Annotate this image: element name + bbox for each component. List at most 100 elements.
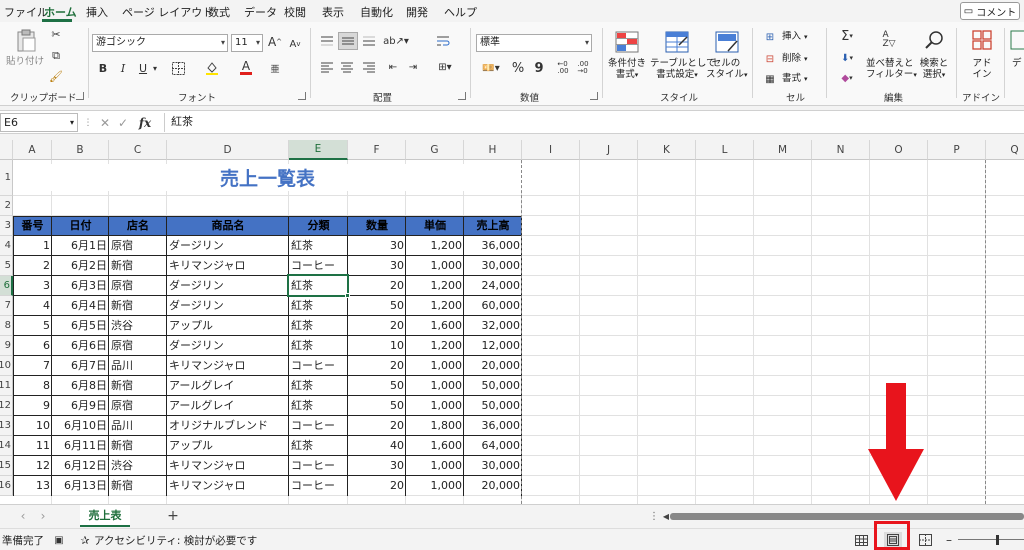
table-cell[interactable]: キリマンジャロ [167,356,289,376]
align-center-icon[interactable] [338,58,356,76]
table-cell[interactable]: 原宿 [109,236,167,256]
row-header-7[interactable]: 7 [0,296,13,316]
zoom-slider-track[interactable] [958,539,1024,540]
table-cell[interactable]: 1,600 [406,436,464,456]
autosum-icon[interactable]: Σ ▾ [834,28,860,44]
table-cell[interactable]: 6月6日 [52,336,109,356]
column-header-F[interactable]: F [348,140,406,160]
table-cell[interactable]: 2 [13,256,52,276]
normal-view-icon[interactable] [852,532,870,548]
table-cell[interactable]: 7 [13,356,52,376]
column-header-I[interactable]: I [522,140,580,160]
row-header-15[interactable]: 15 [0,456,13,476]
table-cell[interactable]: 12,000 [464,336,522,356]
table-cell[interactable]: ダージリン [167,236,289,256]
align-left-icon[interactable] [318,58,336,76]
align-bottom-icon[interactable] [360,32,378,50]
menu-tab-5[interactable]: データ [244,4,277,20]
table-header-cell[interactable]: 売上高 [464,216,522,236]
table-cell[interactable]: 新宿 [109,436,167,456]
table-cell[interactable]: 6月12日 [52,456,109,476]
table-cell[interactable]: 50,000 [464,376,522,396]
table-cell[interactable]: 紅茶 [289,296,348,316]
table-cell[interactable]: 原宿 [109,336,167,356]
zoom-out-icon[interactable]: – [944,532,954,548]
tab-split-handle-icon[interactable]: ⋮ [649,509,659,523]
column-header-P[interactable]: P [928,140,986,160]
table-header-cell[interactable]: 番号 [13,216,52,236]
text-orientation-icon[interactable]: ab↗▾ [383,32,409,50]
comment-button[interactable]: ▭ コメント [960,2,1020,20]
truncated-ribbon-icon[interactable] [1010,28,1024,52]
table-cell[interactable]: 50 [348,396,406,416]
align-right-icon[interactable] [360,58,378,76]
table-cell[interactable]: 20 [348,356,406,376]
menu-tab-6[interactable]: 校閲 [284,4,306,20]
table-cell[interactable]: 20,000 [464,476,522,496]
table-cell[interactable]: 渋谷 [109,456,167,476]
row-header-16[interactable]: 16 [0,476,13,496]
number-format-select[interactable]: 標準 ▾ [476,34,592,52]
table-cell[interactable]: 4 [13,296,52,316]
table-cell[interactable]: 9 [13,396,52,416]
column-header-O[interactable]: O [870,140,928,160]
more-options-icon[interactable]: ⋮ [84,114,93,132]
table-cell[interactable]: 40 [348,436,406,456]
column-header-G[interactable]: G [406,140,464,160]
table-cell[interactable]: 11 [13,436,52,456]
table-cell[interactable]: 新宿 [109,476,167,496]
table-cell[interactable]: 紅茶 [289,316,348,336]
table-cell[interactable]: ダージリン [167,296,289,316]
table-cell[interactable]: 品川 [109,356,167,376]
decrease-indent-icon[interactable]: ⇤ [384,58,402,76]
table-cell[interactable]: コーヒー [289,476,348,496]
conditional-formatting-icon[interactable] [614,30,640,54]
decrease-decimal-icon[interactable]: .00 →0 [574,60,592,76]
table-cell[interactable]: 30,000 [464,256,522,276]
table-header-cell[interactable]: 数量 [348,216,406,236]
table-cell[interactable]: 32,000 [464,316,522,336]
sheet-tab[interactable]: 売上表 [80,505,130,527]
table-header-cell[interactable]: 日付 [52,216,109,236]
table-cell[interactable]: 1,200 [406,236,464,256]
table-cell[interactable]: 6月11日 [52,436,109,456]
table-cell[interactable]: 1 [13,236,52,256]
cell-styles-label[interactable]: セルの スタイル▾ [706,58,748,81]
table-cell[interactable]: 1,000 [406,456,464,476]
column-header-A[interactable]: A [13,140,52,160]
table-cell[interactable]: 36,000 [464,236,522,256]
name-box[interactable]: E6 ▾ [0,113,78,132]
column-header-B[interactable]: B [52,140,109,160]
row-header-2[interactable]: 2 [0,196,13,216]
row-header-13[interactable]: 13 [0,416,13,436]
table-cell[interactable]: 紅茶 [289,236,348,256]
select-all-corner[interactable] [0,140,13,160]
table-cell[interactable]: 1,000 [406,476,464,496]
menu-tab-1[interactable]: ホーム [44,4,77,20]
table-cell[interactable]: 30 [348,236,406,256]
menu-tab-2[interactable]: 挿入 [86,4,108,20]
currency-format-icon[interactable]: 💴▾ [478,60,504,76]
menu-tab-8[interactable]: 自動化 [360,4,393,20]
shrink-font-button[interactable]: Av [288,36,302,52]
page-break-preview-icon[interactable] [916,532,934,548]
formula-input[interactable]: 紅茶 [164,113,1019,132]
fill-color-icon[interactable] [204,60,220,76]
format-as-table-label[interactable]: テーブルとして 書式設定▾ [650,58,716,81]
table-cell[interactable]: 60,000 [464,296,522,316]
accessibility-icon[interactable]: ✰ [78,532,92,548]
paste-button-label[interactable]: 貼り付け [6,56,44,67]
table-cell[interactable]: 1,200 [406,276,464,296]
find-select-label[interactable]: 検索と 選択▾ [918,58,950,81]
table-cell[interactable]: 20,000 [464,356,522,376]
menu-tab-10[interactable]: ヘルプ [444,4,477,20]
table-cell[interactable]: 新宿 [109,296,167,316]
table-cell[interactable]: 新宿 [109,256,167,276]
row-header-14[interactable]: 14 [0,436,13,456]
scroll-left-arrow-icon[interactable]: ◀ [662,509,670,523]
table-cell[interactable]: 20 [348,476,406,496]
table-cell[interactable]: 1,600 [406,316,464,336]
cut-icon[interactable]: ✂ [48,26,64,42]
column-header-D[interactable]: D [167,140,289,160]
merge-center-icon[interactable]: ⊞▾ [432,58,458,76]
